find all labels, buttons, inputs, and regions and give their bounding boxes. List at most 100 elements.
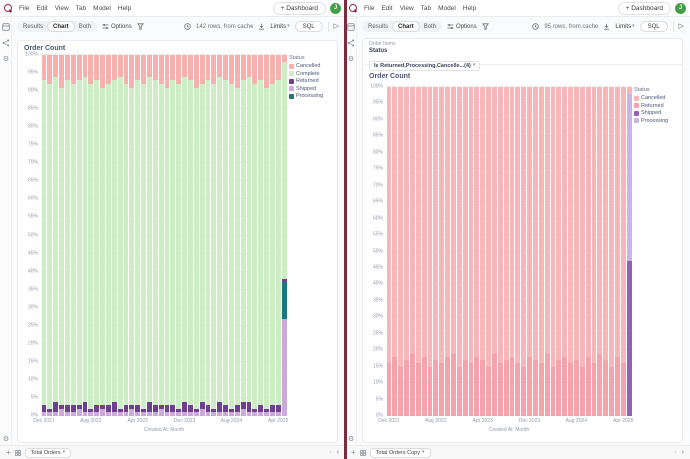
stacked-bar[interactable] xyxy=(182,55,187,416)
toggle-both[interactable]: Both xyxy=(74,22,96,31)
settings-icon[interactable]: ⚙ xyxy=(0,53,12,65)
stacked-bar[interactable] xyxy=(574,87,579,416)
menu-file[interactable]: File xyxy=(364,5,374,12)
stacked-bar[interactable] xyxy=(392,87,397,416)
layout-panel-icon[interactable] xyxy=(0,21,12,33)
add-dashboard-button[interactable]: + Dashboard xyxy=(618,2,671,15)
stacked-bar[interactable] xyxy=(59,55,64,416)
stacked-bar[interactable] xyxy=(498,87,503,416)
stacked-bar[interactable] xyxy=(474,87,479,416)
stacked-bar[interactable] xyxy=(65,55,70,416)
add-tab-button[interactable]: + xyxy=(351,449,356,457)
stacked-bar[interactable] xyxy=(124,55,129,416)
toggle-both[interactable]: Both xyxy=(419,22,441,31)
menu-model[interactable]: Model xyxy=(93,5,111,12)
stacked-bar[interactable] xyxy=(170,55,175,416)
sql-button[interactable]: SQL xyxy=(640,21,668,32)
toggle-results[interactable]: Results xyxy=(18,22,48,31)
stacked-bar[interactable] xyxy=(469,87,474,416)
stacked-bar[interactable] xyxy=(229,55,234,416)
add-dashboard-button[interactable]: + Dashboard xyxy=(273,2,326,15)
stacked-bar[interactable] xyxy=(276,55,281,416)
stacked-bar[interactable] xyxy=(241,55,246,416)
stacked-bar[interactable] xyxy=(410,87,415,416)
stacked-bar[interactable] xyxy=(422,87,427,416)
tab-grid-icon[interactable] xyxy=(360,450,366,456)
stacked-bar[interactable] xyxy=(94,55,99,416)
toggle-chart[interactable]: Chart xyxy=(48,22,74,31)
legend-item[interactable]: Returned xyxy=(289,78,335,84)
menu-view[interactable]: View xyxy=(400,5,414,12)
stacked-bar[interactable] xyxy=(47,55,52,416)
stacked-bar[interactable] xyxy=(106,55,111,416)
run-query-button[interactable]: ▷ xyxy=(334,23,339,30)
stacked-bar[interactable] xyxy=(615,87,620,416)
stacked-bar[interactable] xyxy=(83,55,88,416)
stacked-bar[interactable] xyxy=(387,87,392,416)
tab-total-orders-copy[interactable]: Total Orders Copy ▾ xyxy=(370,448,431,458)
stacked-bar[interactable] xyxy=(568,87,573,416)
stacked-bar[interactable] xyxy=(147,55,152,416)
stacked-bar[interactable] xyxy=(504,87,509,416)
stacked-bar[interactable] xyxy=(562,87,567,416)
stacked-bar[interactable] xyxy=(457,87,462,416)
stacked-bar[interactable] xyxy=(258,55,263,416)
stacked-bar[interactable] xyxy=(586,87,591,416)
avatar[interactable]: J xyxy=(330,3,341,14)
legend-item[interactable]: Processing xyxy=(634,118,680,124)
stacked-bar[interactable] xyxy=(194,55,199,416)
status-filter-chip[interactable]: Is Returned,Processing,Cancelle...(4) ▾ xyxy=(369,61,480,71)
limits-dropdown[interactable]: Limits▾ xyxy=(270,24,289,30)
legend-item[interactable]: Cancelled xyxy=(634,95,680,101)
stacked-bar[interactable] xyxy=(627,87,632,416)
stacked-bar[interactable] xyxy=(282,55,287,416)
menu-edit[interactable]: Edit xyxy=(381,5,392,12)
toggle-chart[interactable]: Chart xyxy=(393,22,419,31)
stacked-bar[interactable] xyxy=(510,87,515,416)
stacked-bar[interactable] xyxy=(545,87,550,416)
stacked-bar[interactable] xyxy=(129,55,134,416)
stacked-bar[interactable] xyxy=(252,55,257,416)
legend-item[interactable]: Complete xyxy=(289,71,335,77)
stacked-bar[interactable] xyxy=(235,55,240,416)
stacked-bar[interactable] xyxy=(165,55,170,416)
stacked-bar[interactable] xyxy=(247,55,252,416)
stacked-bar[interactable] xyxy=(603,87,608,416)
stacked-bar[interactable] xyxy=(551,87,556,416)
download-icon[interactable] xyxy=(258,23,265,30)
stacked-bar[interactable] xyxy=(77,55,82,416)
stacked-bar[interactable] xyxy=(580,87,585,416)
stacked-bar[interactable] xyxy=(223,55,228,416)
bottom-gear-icon[interactable]: ⚙ xyxy=(0,436,12,443)
stacked-bar[interactable] xyxy=(433,87,438,416)
stacked-bar[interactable] xyxy=(533,87,538,416)
stacked-bar[interactable] xyxy=(71,55,76,416)
legend-item[interactable]: Shipped xyxy=(634,110,680,116)
stacked-bar[interactable] xyxy=(200,55,205,416)
menu-file[interactable]: File xyxy=(19,5,29,12)
add-tab-button[interactable]: + xyxy=(6,449,11,457)
stacked-bar[interactable] xyxy=(609,87,614,416)
menu-help[interactable]: Help xyxy=(463,5,476,12)
options-button[interactable]: Options xyxy=(447,23,477,30)
limits-dropdown[interactable]: Limits▾ xyxy=(615,24,634,30)
stacked-bar[interactable] xyxy=(597,87,602,416)
stacked-bar[interactable] xyxy=(211,55,216,416)
tab-next-button[interactable]: › xyxy=(682,449,684,456)
stacked-bar[interactable] xyxy=(176,55,181,416)
stacked-bar[interactable] xyxy=(539,87,544,416)
stacked-bar[interactable] xyxy=(486,87,491,416)
stacked-bar[interactable] xyxy=(404,87,409,416)
stacked-bar[interactable] xyxy=(451,87,456,416)
stacked-bar[interactable] xyxy=(53,55,58,416)
options-button[interactable]: Options xyxy=(102,23,132,30)
stacked-bar[interactable] xyxy=(521,87,526,416)
menu-model[interactable]: Model xyxy=(438,5,456,12)
menu-view[interactable]: View xyxy=(55,5,69,12)
stacked-bar[interactable] xyxy=(416,87,421,416)
stacked-bar[interactable] xyxy=(153,55,158,416)
stacked-bar[interactable] xyxy=(592,87,597,416)
sql-button[interactable]: SQL xyxy=(295,21,323,32)
filter-funnel-icon[interactable] xyxy=(137,23,144,30)
plot-area[interactable] xyxy=(386,87,632,416)
